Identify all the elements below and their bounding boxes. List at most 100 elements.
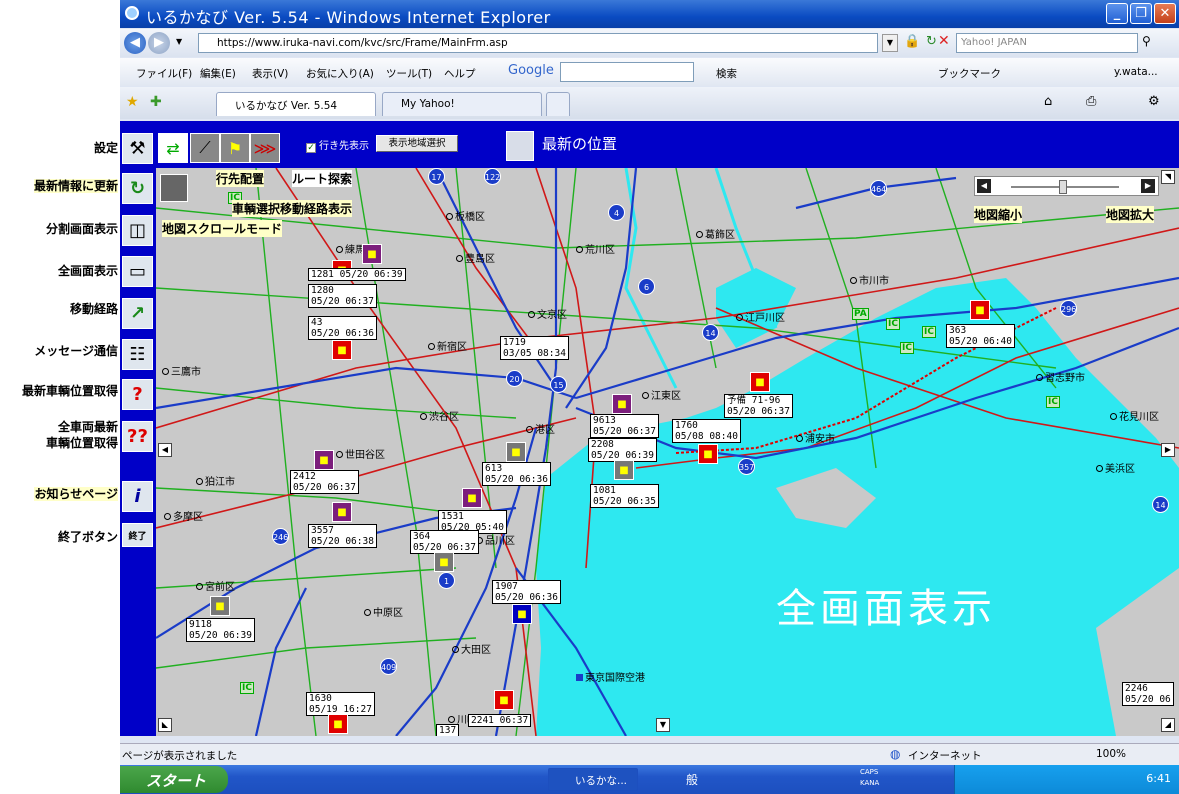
tab-my-yahoo[interactable]: My Yahoo!: [382, 92, 542, 116]
ime-mode[interactable]: 般: [686, 771, 698, 788]
vehicle-label[interactable]: 9613 05/20 06:37: [590, 414, 659, 438]
menu-edit[interactable]: 編集(E): [200, 66, 236, 81]
vehicle-marker[interactable]: ■: [506, 442, 526, 462]
vehicle-label[interactable]: 1907 05/20 06:36: [492, 580, 561, 604]
back-button[interactable]: ◀: [124, 32, 146, 54]
vehicle-marker[interactable]: ■: [512, 604, 532, 624]
full-view-button[interactable]: ▭: [122, 256, 153, 287]
notice-button[interactable]: i: [122, 481, 153, 512]
new-tab-button[interactable]: [546, 92, 570, 116]
vehicle-label[interactable]: 364 05/20 06:37: [410, 530, 479, 554]
history-dropdown-icon[interactable]: ▼: [176, 37, 182, 46]
vehicle-marker[interactable]: ■: [462, 488, 482, 508]
vehicle-marker[interactable]: ■: [362, 244, 382, 264]
vehicle-label[interactable]: 2208 05/20 06:39: [588, 438, 657, 462]
add-favorite-icon[interactable]: ✚: [150, 94, 162, 110]
bookmark-button[interactable]: ブックマーク: [938, 66, 1001, 81]
home-icon[interactable]: ⌂: [1044, 94, 1052, 109]
vehicle-marker[interactable]: ■: [970, 300, 990, 320]
vehicle-label[interactable]: 2412 05/20 06:37: [290, 470, 359, 494]
maximize-button[interactable]: ❐: [1130, 3, 1152, 24]
vehicle-marker[interactable]: ■: [434, 552, 454, 572]
menu-help[interactable]: ヘルプ: [444, 66, 476, 81]
zoom-in-arrow-icon[interactable]: ▶: [1141, 179, 1155, 193]
vehicle-marker[interactable]: ■: [698, 444, 718, 464]
refresh-icon[interactable]: ↻: [926, 34, 937, 49]
vehicle-label[interactable]: 2241 06:37: [468, 714, 532, 727]
minimize-button[interactable]: _: [1106, 3, 1128, 24]
taskbar-item-iruka[interactable]: いるかな...: [548, 768, 638, 791]
vehicle-label[interactable]: 137: [436, 724, 460, 736]
vehicle-marker[interactable]: ■: [314, 450, 334, 470]
forward-button[interactable]: ▶: [148, 32, 170, 54]
settings-button[interactable]: ⚒: [122, 133, 153, 164]
pan-up-right-icon[interactable]: ◥: [1161, 170, 1175, 184]
menu-tools[interactable]: ツール(T): [386, 66, 432, 81]
vehicle-label[interactable]: 予備 71-96 05/20 06:37: [724, 394, 793, 418]
vehicle-label[interactable]: 3557 05/20 06:38: [308, 524, 377, 548]
vehicle-label[interactable]: 1630 05/19 16:27: [306, 692, 375, 716]
lock-icon[interactable]: 🔒: [904, 34, 920, 49]
vehicle-label[interactable]: 1719 03/05 08:34: [500, 336, 569, 360]
vehicle-label[interactable]: 1760 05/08 08:40: [672, 419, 741, 443]
close-button[interactable]: ✕: [1154, 3, 1176, 24]
search-icon[interactable]: ⚲: [1142, 34, 1151, 48]
vehicle-marker[interactable]: ■: [614, 460, 634, 480]
map-pan-control[interactable]: [160, 174, 188, 202]
zoom-thumb[interactable]: [1059, 180, 1067, 194]
pan-down-left-icon[interactable]: ◣: [158, 718, 172, 732]
region-select-button[interactable]: 表示地域選択: [376, 135, 458, 152]
print-icon[interactable]: ⎙: [1086, 94, 1096, 109]
vehicle-marker[interactable]: ■: [210, 596, 230, 616]
menu-view[interactable]: 表示(V): [252, 66, 288, 81]
vehicle-marker[interactable]: ■: [750, 372, 770, 392]
zoom-out-arrow-icon[interactable]: ◀: [977, 179, 991, 193]
search-box[interactable]: Yahoo! JAPAN: [956, 33, 1138, 53]
pan-left-icon[interactable]: ◀: [158, 443, 172, 457]
latest-position-button[interactable]: ?: [122, 379, 153, 410]
exit-button[interactable]: 終了: [122, 523, 153, 547]
destination-button[interactable]: ⚑: [220, 133, 250, 163]
vehicle-marker[interactable]: ■: [612, 394, 632, 414]
vehicle-label[interactable]: 2246 05/20 06: [1122, 682, 1174, 706]
vehicle-label[interactable]: 1281 05/20 06:39: [308, 268, 406, 281]
split-view-button[interactable]: ◫: [122, 215, 153, 246]
refresh-button[interactable]: ↻: [122, 173, 153, 204]
google-search-button[interactable]: 検索: [716, 66, 737, 81]
tab-iruka-navi[interactable]: いるかなび Ver. 5.54: [216, 92, 376, 116]
map-view[interactable]: 板橋区 葛飾区 荒川区 豊島区 市川市 文京区 江戸川区 新宿区 三鷹市 江東区…: [156, 168, 1179, 736]
all-latest-position-button[interactable]: ??: [122, 421, 153, 452]
route-search-button[interactable]: ⋙: [250, 133, 280, 163]
vehicle-label[interactable]: 43 05/20 06:36: [308, 316, 377, 340]
vehicle-label[interactable]: 363 05/20 06:40: [946, 324, 1015, 348]
vehicle-label[interactable]: 1280 05/20 06:37: [308, 284, 377, 308]
menu-favorites[interactable]: お気に入り(A): [306, 66, 374, 81]
vehicle-label[interactable]: 1081 05/20 06:35: [590, 484, 659, 508]
vehicle-marker[interactable]: ■: [494, 690, 514, 710]
favorites-star-icon[interactable]: ★: [126, 94, 139, 110]
vehicle-label[interactable]: 9118 05/20 06:39: [186, 618, 255, 642]
destination-display-checkbox[interactable]: ✓ 行き先表示: [306, 137, 369, 153]
scroll-mode-button[interactable]: ⇄: [158, 133, 188, 163]
user-name[interactable]: y.wata...: [1114, 66, 1158, 78]
vehicle-label[interactable]: 613 05/20 06:36: [482, 462, 551, 486]
clock[interactable]: 6:41: [1146, 772, 1171, 785]
vehicle-route-button[interactable]: ⟋: [190, 133, 220, 163]
pan-down-right-icon[interactable]: ◢: [1161, 718, 1175, 732]
zoom-slider[interactable]: ◀ ▶: [974, 176, 1159, 196]
url-dropdown-icon[interactable]: ▼: [882, 34, 898, 52]
google-search-input[interactable]: [560, 62, 694, 82]
tools-gear-icon[interactable]: ⚙: [1148, 94, 1160, 109]
start-button[interactable]: スタート: [120, 766, 228, 793]
pan-down-icon[interactable]: ▼: [656, 718, 670, 732]
pan-right-icon[interactable]: ▶: [1161, 443, 1175, 457]
menu-file[interactable]: ファイル(F): [136, 66, 192, 81]
vehicle-marker[interactable]: ■: [328, 714, 348, 734]
vehicle-marker[interactable]: ■: [332, 502, 352, 522]
message-button[interactable]: ☷: [122, 339, 153, 370]
zoom-level[interactable]: 100%: [1096, 748, 1126, 760]
route-button[interactable]: ↗: [122, 298, 153, 329]
url-field[interactable]: https://www.iruka-navi.com/kvc/src/Frame…: [198, 33, 878, 53]
vehicle-marker[interactable]: ■: [332, 340, 352, 360]
stop-icon[interactable]: ✕: [938, 33, 950, 49]
